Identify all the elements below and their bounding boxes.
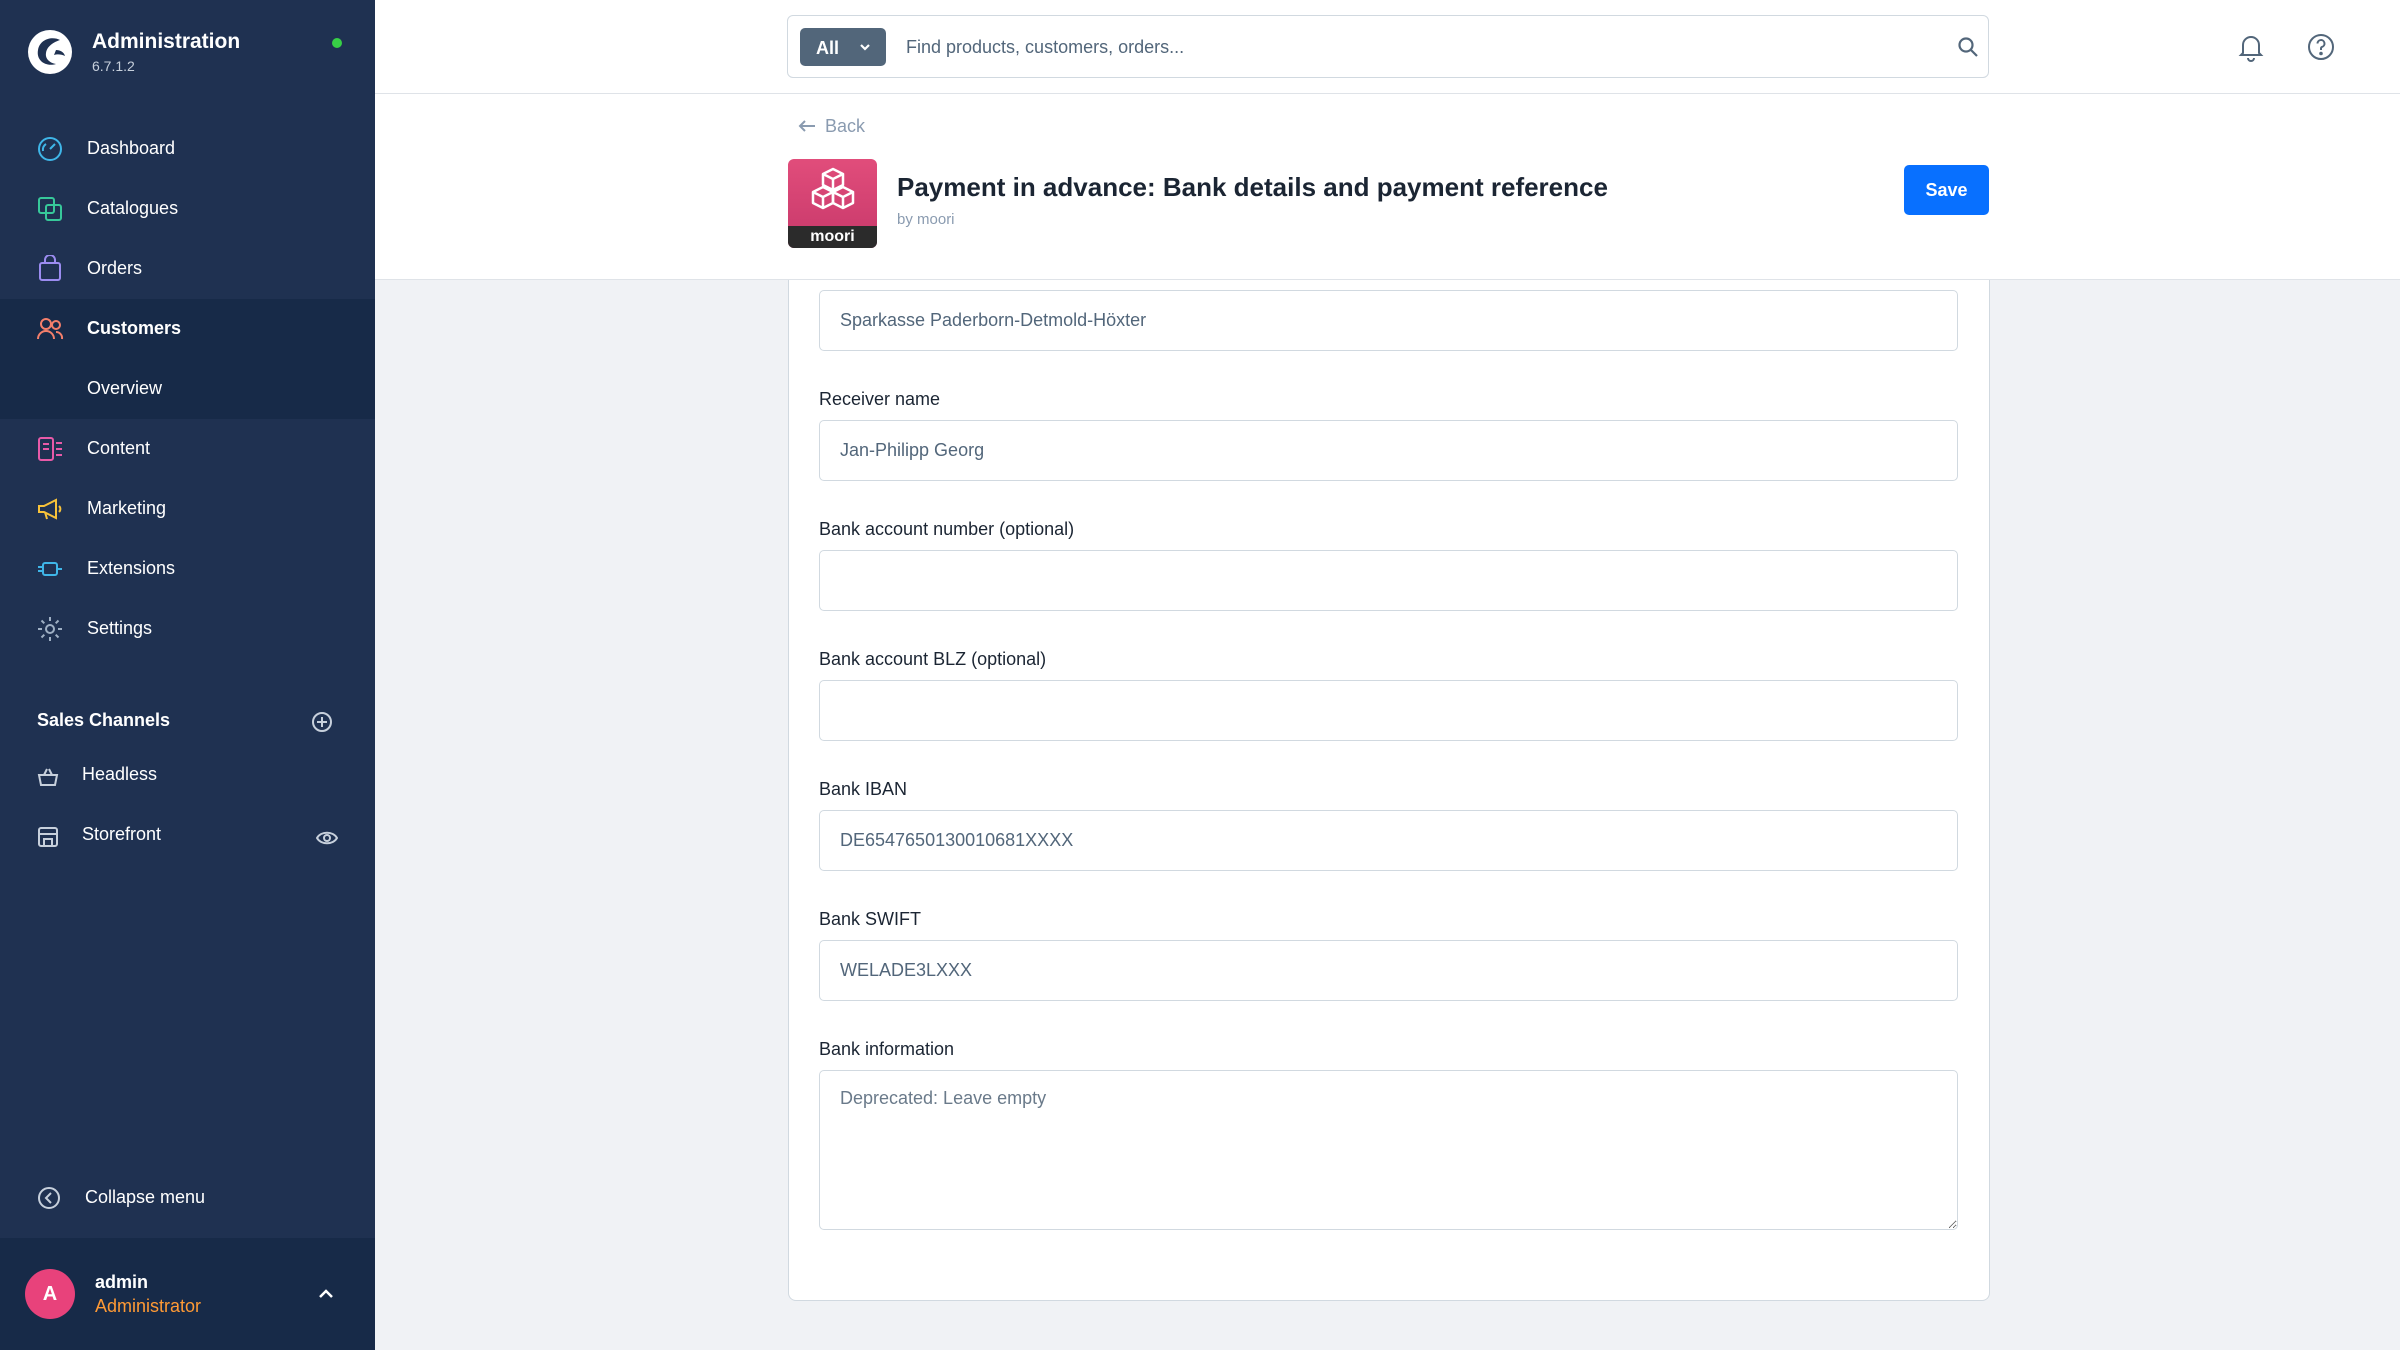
account-number-field[interactable]: [819, 550, 1958, 611]
nav-item-catalogues[interactable]: Catalogues: [0, 178, 375, 238]
shopware-logo-icon: [28, 30, 72, 74]
bank-information-label: Bank information: [819, 1039, 955, 1059]
chevron-down-icon: [860, 44, 870, 51]
sales-channel-label: Headless: [82, 764, 158, 784]
nav-subitem-overview[interactable]: Overview: [0, 358, 375, 418]
account-blz-field[interactable]: [819, 680, 1958, 741]
user-menu[interactable]: A admin Administrator: [0, 1238, 375, 1350]
gauge-icon: [38, 137, 62, 161]
catalogue-icon: [38, 197, 62, 221]
swift-field[interactable]: [819, 940, 1958, 1001]
smart-bar: Back moori Payment in advance: Bank deta…: [375, 94, 2400, 280]
config-form-card: Receiver name Bank account number (optio…: [788, 280, 1990, 1301]
search-input[interactable]: [906, 30, 1886, 64]
extension-logo: moori: [788, 159, 877, 248]
users-icon: [37, 318, 64, 340]
nav-label: Customers: [87, 317, 182, 338]
receiver-name-label: Receiver name: [819, 389, 941, 409]
nav-item-dashboard[interactable]: Dashboard: [0, 118, 375, 178]
shopping-bag-icon: [39, 255, 61, 281]
sales-channel-storefront[interactable]: Storefront: [0, 809, 375, 865]
sales-channel-headless[interactable]: Headless: [0, 749, 375, 805]
bank-information-field[interactable]: [819, 1070, 1958, 1230]
nav-label: Extensions: [87, 557, 176, 578]
add-sales-channel-icon[interactable]: [311, 711, 333, 733]
collapse-menu-label: Collapse menu: [85, 1187, 206, 1207]
search-icon[interactable]: [1956, 35, 1980, 59]
search-type-label: All: [816, 38, 840, 58]
back-label: Back: [825, 116, 866, 136]
arrow-left-icon: [798, 120, 815, 132]
swift-label: Bank SWIFT: [819, 909, 922, 929]
user-name: admin: [95, 1272, 149, 1292]
collapse-menu-button[interactable]: Collapse menu: [0, 1170, 375, 1226]
sales-channels-title: Sales Channels: [37, 710, 171, 730]
iban-label: Bank IBAN: [819, 779, 908, 799]
account-number-label: Bank account number (optional): [819, 519, 1075, 539]
account-blz-label: Bank account BLZ (optional): [819, 649, 1047, 669]
nav-item-extensions[interactable]: Extensions: [0, 538, 375, 598]
avatar: A: [25, 1269, 75, 1319]
search-type-dropdown[interactable]: All: [800, 28, 886, 66]
sales-channel-label: Storefront: [82, 824, 162, 844]
app-title: Administration: [92, 30, 241, 53]
chevron-up-icon[interactable]: [316, 1286, 336, 1302]
nav-item-orders[interactable]: Orders: [0, 238, 375, 298]
page-subtitle: by moori: [897, 211, 955, 228]
nav-label: Overview: [87, 377, 163, 398]
brand-header[interactable]: Administration 6.7.1.2: [26, 26, 356, 78]
nav-label: Dashboard: [87, 137, 176, 158]
save-button[interactable]: Save: [1904, 165, 1989, 215]
user-role: Administrator: [95, 1296, 202, 1316]
nav-label: Content: [87, 437, 151, 458]
content-icon: [38, 437, 62, 461]
eye-icon[interactable]: [316, 828, 338, 848]
nav-item-settings[interactable]: Settings: [0, 598, 375, 658]
cubes-icon: [811, 167, 855, 210]
nav-item-customers[interactable]: Customers: [0, 298, 375, 358]
plug-icon: [38, 562, 62, 576]
notification-bell-icon[interactable]: [2235, 31, 2267, 63]
top-bar: All: [375, 0, 2400, 94]
nav-label: Catalogues: [87, 197, 179, 218]
basket-icon: [37, 768, 59, 786]
status-online-indicator: [332, 38, 342, 48]
nav-item-content[interactable]: Content: [0, 418, 375, 478]
help-icon[interactable]: [2305, 31, 2337, 63]
extension-logo-text: moori: [788, 226, 877, 248]
nav-label: Settings: [87, 617, 153, 638]
megaphone-icon: [38, 498, 62, 520]
app-version: 6.7.1.2: [92, 58, 135, 74]
iban-field[interactable]: [819, 810, 1958, 871]
page-title: Payment in advance: Bank details and pay…: [897, 172, 1608, 202]
nav-item-marketing[interactable]: Marketing: [0, 478, 375, 538]
chevron-left-circle-icon: [38, 1187, 60, 1209]
global-search: All: [787, 15, 1989, 78]
gear-icon: [38, 617, 62, 641]
bank-name-field[interactable]: [819, 290, 1958, 351]
store-icon: [38, 827, 58, 847]
nav-label: Marketing: [87, 497, 167, 518]
nav-label: Orders: [87, 257, 143, 278]
sidebar: Administration 6.7.1.2 Dashboard Catalog…: [0, 0, 375, 1350]
receiver-name-field[interactable]: [819, 420, 1958, 481]
